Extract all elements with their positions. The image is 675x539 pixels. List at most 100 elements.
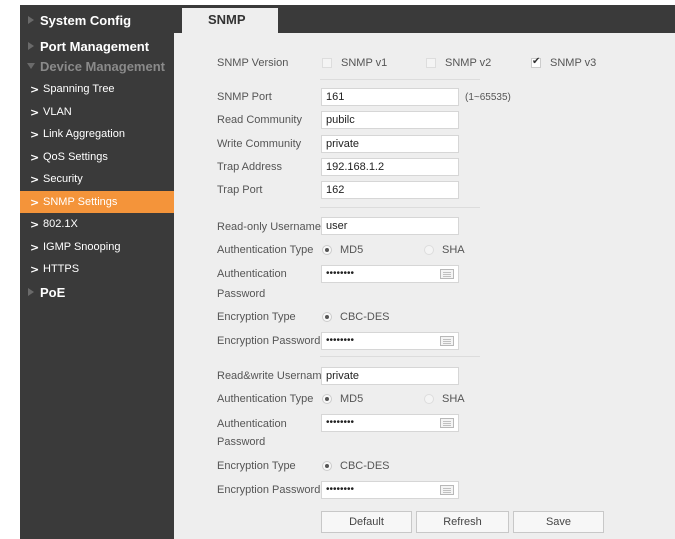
snmp-v3-option[interactable]: SNMP v3 — [531, 56, 596, 69]
snmp-v2-label: SNMP v2 — [445, 57, 492, 69]
readwrite-encryption-type-label: Encryption Type — [217, 460, 296, 472]
sidebar-item-spanning-tree[interactable]: > Spanning Tree — [20, 78, 174, 100]
snmp-v1-option[interactable]: SNMP v1 — [322, 57, 387, 69]
sidebar-item-label: Device Management — [40, 58, 165, 74]
snmp-port-input[interactable]: 161 — [321, 88, 459, 106]
password-mask: •••••••• — [326, 484, 355, 495]
sidebar-item-poe[interactable]: PoE — [20, 281, 174, 303]
sidebar-item-security[interactable]: > Security — [20, 168, 174, 190]
sidebar-item-qos-settings[interactable]: > QoS Settings — [20, 146, 174, 168]
snmp-v2-checkbox[interactable] — [426, 58, 436, 68]
sidebar: System Config Port Management Device Man… — [20, 5, 174, 539]
readwrite-username-input[interactable]: private — [321, 367, 459, 385]
trap-address-input[interactable]: 192.168.1.2 — [321, 158, 459, 176]
chevron-right-icon: > — [30, 127, 40, 141]
chevron-right-icon: > — [30, 82, 40, 96]
snmp-v3-checkbox[interactable] — [531, 56, 541, 68]
readonly-auth-password-input[interactable]: •••••••• — [321, 265, 459, 283]
keyboard-icon[interactable] — [440, 269, 454, 279]
sidebar-item-vlan[interactable]: > VLAN — [20, 101, 174, 123]
sha-label: SHA — [442, 244, 465, 256]
readwrite-auth-md5-option[interactable]: MD5 — [322, 393, 363, 405]
cbc-des-label: CBC-DES — [340, 311, 390, 323]
readonly-auth-md5-option[interactable]: MD5 — [322, 244, 363, 256]
divider — [320, 79, 480, 80]
sidebar-item-label: Spanning Tree — [43, 83, 115, 95]
write-community-input[interactable]: private — [321, 135, 459, 153]
read-community-input[interactable]: pubilc — [321, 111, 459, 129]
tab-snmp[interactable]: SNMP — [182, 8, 278, 33]
readonly-encryption-type-label: Encryption Type — [217, 311, 296, 323]
readonly-auth-md5-radio[interactable] — [322, 245, 332, 255]
sidebar-item-label: IGMP Snooping — [43, 241, 121, 253]
keyboard-icon[interactable] — [440, 418, 454, 428]
readonly-encryption-cbc-des-option[interactable]: CBC-DES — [322, 311, 390, 323]
sidebar-item-label: HTTPS — [43, 263, 80, 275]
sidebar-item-https[interactable]: > HTTPS — [20, 258, 174, 280]
write-community-label: Write Community — [217, 138, 302, 150]
trap-port-input[interactable]: 162 — [321, 181, 459, 199]
readwrite-auth-password-label: Authentication — [217, 418, 287, 430]
divider — [320, 207, 480, 208]
snmp-v2-option[interactable]: SNMP v2 — [426, 57, 491, 69]
readwrite-auth-sha-option[interactable]: SHA — [424, 393, 465, 405]
default-button[interactable]: Default — [321, 511, 412, 533]
sidebar-item-label: System Config — [40, 12, 132, 28]
sidebar-item-link-aggregation[interactable]: > Link Aggregation — [20, 123, 174, 145]
trap-port-label: Trap Port — [217, 184, 263, 196]
snmp-version-label: SNMP Version — [217, 57, 289, 69]
sidebar-item-label: Port Management — [40, 38, 150, 54]
keyboard-icon[interactable] — [440, 485, 454, 495]
readwrite-encryption-cbc-des-radio[interactable] — [322, 461, 332, 471]
readonly-auth-password-label: Authentication — [217, 268, 287, 280]
password-mask: •••••••• — [326, 268, 355, 279]
readwrite-auth-md5-radio[interactable] — [322, 394, 332, 404]
readonly-encryption-password-input[interactable]: •••••••• — [321, 332, 459, 350]
save-button[interactable]: Save — [513, 511, 604, 533]
sidebar-item-802-1x[interactable]: > 802.1X — [20, 213, 174, 235]
readwrite-auth-password-label-line2: Password — [217, 436, 266, 448]
readonly-auth-password-label-line2: Password — [217, 288, 266, 300]
triangle-right-icon — [28, 288, 34, 296]
snmp-port-label: SNMP Port — [217, 91, 272, 103]
readonly-auth-sha-radio[interactable] — [424, 245, 434, 255]
sidebar-item-label: Link Aggregation — [43, 128, 125, 140]
sidebar-item-label: QoS Settings — [43, 151, 108, 163]
md5-label: MD5 — [340, 244, 364, 256]
snmp-v1-checkbox[interactable] — [322, 58, 332, 68]
triangle-right-icon — [28, 16, 34, 24]
readwrite-encryption-password-input[interactable]: •••••••• — [321, 481, 459, 499]
sidebar-item-igmp-snooping[interactable]: > IGMP Snooping — [20, 236, 174, 258]
divider — [320, 356, 480, 357]
chevron-right-icon: > — [30, 240, 40, 254]
snmp-port-range-hint: (1~65535) — [465, 92, 511, 103]
sidebar-item-port-management[interactable]: Port Management — [20, 35, 174, 57]
readwrite-auth-password-input[interactable]: •••••••• — [321, 414, 459, 432]
snmp-v1-label: SNMP v1 — [341, 57, 388, 69]
sidebar-item-label: PoE — [40, 284, 66, 300]
readonly-username-input[interactable]: user — [321, 217, 459, 235]
chevron-right-icon: > — [30, 150, 40, 164]
readwrite-encryption-password-label: Encryption Password — [217, 484, 321, 496]
chevron-right-icon: > — [30, 262, 40, 276]
md5-label: MD5 — [340, 393, 364, 405]
sidebar-item-label: Security — [43, 173, 83, 185]
chevron-right-icon: > — [30, 217, 40, 231]
readonly-encryption-cbc-des-radio[interactable] — [322, 312, 332, 322]
readonly-username-label: Read-only Username — [217, 221, 321, 233]
sidebar-item-snmp-settings[interactable]: > SNMP Settings — [20, 191, 174, 213]
readwrite-encryption-cbc-des-option[interactable]: CBC-DES — [322, 460, 390, 472]
refresh-button[interactable]: Refresh — [416, 511, 509, 533]
sidebar-item-system-config[interactable]: System Config — [20, 9, 174, 31]
readwrite-auth-type-label: Authentication Type — [217, 393, 314, 405]
readonly-auth-type-label: Authentication Type — [217, 244, 314, 256]
readwrite-auth-sha-radio[interactable] — [424, 394, 434, 404]
chevron-right-icon: > — [30, 172, 40, 186]
readonly-auth-sha-option[interactable]: SHA — [424, 244, 465, 256]
sidebar-item-device-management[interactable]: Device Management — [20, 55, 174, 77]
app-window: System Config Port Management Device Man… — [0, 0, 675, 539]
trap-address-label: Trap Address — [217, 161, 283, 173]
chevron-right-icon: > — [30, 105, 40, 119]
read-community-label: Read Community — [217, 114, 302, 126]
keyboard-icon[interactable] — [440, 336, 454, 346]
